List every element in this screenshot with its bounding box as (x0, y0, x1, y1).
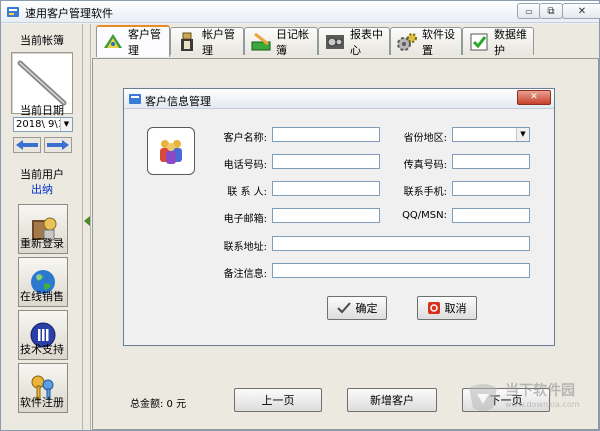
watermark: 当下软件园 www.downxia.com (465, 376, 595, 424)
report-icon (326, 34, 344, 49)
dialog-close-button[interactable]: ✕ (517, 90, 551, 105)
tab-label: 帐户管理 (202, 27, 235, 57)
tab-customer-management[interactable]: 客户管理 (96, 25, 170, 57)
mobile-input[interactable] (452, 181, 530, 196)
province-label: 省份地区: (403, 133, 447, 144)
tab-report-center[interactable]: 报表中心 (318, 27, 390, 57)
ok-label: 确定 (355, 302, 378, 315)
dialog-title: 客户信息管理 (145, 95, 211, 108)
address-label: 联系地址: (223, 242, 267, 253)
dialog-app-icon (129, 94, 141, 104)
app-logo-icon (7, 7, 19, 17)
phone-input[interactable] (272, 154, 380, 169)
email-label: 电子邮箱: (223, 214, 267, 225)
journal-icon (251, 32, 271, 50)
qq-msn-input[interactable] (452, 208, 530, 223)
checkmark-icon (336, 302, 351, 314)
minimize-button[interactable]: ▭ (517, 3, 541, 19)
watermark-text: 当下软件园 (505, 383, 575, 399)
fax-label: 传真号码: (403, 160, 447, 171)
fax-input[interactable] (452, 154, 530, 169)
clients-icon (104, 34, 122, 48)
left-sidebar: 当前帐簿 当前日期 2018\ 9\19 ▼ 当前用户 出纳 重新登录 在线销售… (1, 24, 83, 430)
contact-label: 联 系 人: (227, 187, 267, 198)
watermark-logo-icon (469, 384, 497, 411)
customer-avatar (147, 127, 195, 175)
cancel-icon (427, 302, 440, 314)
minimize-icon: ▭ (525, 6, 533, 16)
prev-date-button[interactable] (13, 137, 41, 153)
customers-group-icon (160, 140, 182, 164)
next-date-button[interactable] (44, 137, 72, 153)
cancel-button[interactable]: 取消 (417, 296, 477, 320)
tab-software-settings[interactable]: 软件设置 (390, 27, 462, 57)
close-button[interactable]: ✕ (562, 3, 600, 19)
prev-page-button[interactable]: 上一页 (234, 388, 322, 412)
close-icon: ✕ (577, 5, 587, 17)
title-bar[interactable]: 速用客户管理软件 ▭ ⧉ ✕ (1, 1, 600, 23)
customer-name-label: 客户名称: (223, 133, 267, 144)
close-icon: ✕ (530, 92, 538, 102)
account-icon (181, 32, 193, 51)
relogin-label: 重新登录 (20, 237, 64, 250)
date-dropdown-icon[interactable]: ▼ (60, 118, 72, 131)
add-customer-button[interactable]: 新增客户 (347, 388, 437, 412)
province-select[interactable]: ▼ (452, 127, 530, 142)
remark-input[interactable] (272, 263, 530, 278)
register-label: 软件注册 (20, 396, 64, 409)
tab-account-management[interactable]: 帐户管理 (170, 27, 244, 57)
cancel-label: 取消 (444, 302, 467, 315)
mobile-label: 联系手机: (403, 187, 447, 198)
sidebar-splitter[interactable] (83, 24, 91, 430)
data-icon (470, 33, 488, 50)
date-picker[interactable]: 2018\ 9\19 ▼ (13, 117, 73, 132)
contact-input[interactable] (272, 181, 380, 196)
total-amount: 总金额: 0 元 (130, 399, 187, 410)
tab-bar: 客户管理 帐户管理 日记帐簿 报表中心 软件设置 数据维护 (92, 24, 599, 58)
restore-icon: ⧉ (547, 5, 555, 17)
watermark-url: www.downxia.com (505, 400, 580, 409)
tab-label: 数据维护 (494, 27, 527, 57)
arrow-right-icon (47, 140, 69, 150)
tab-label: 软件设置 (422, 27, 455, 57)
arrow-left-icon (16, 140, 38, 150)
email-input[interactable] (272, 208, 380, 223)
tab-label: 日记帐簿 (276, 27, 309, 57)
collapse-arrow-icon[interactable] (84, 216, 90, 226)
phone-label: 电话号码: (223, 160, 267, 171)
app-window: 速用客户管理软件 ▭ ⧉ ✕ 当前帐簿 当前日期 2018\ 9\19 ▼ 当前… (0, 0, 600, 431)
ok-button[interactable]: 确定 (327, 296, 387, 320)
customer-name-input[interactable] (272, 127, 380, 142)
restore-button[interactable]: ⧉ (539, 3, 563, 19)
dialog-title-bar[interactable]: 客户信息管理 ✕ (124, 89, 554, 109)
tech-support-label: 技术支持 (20, 343, 64, 356)
prev-page-label: 上一页 (261, 394, 295, 407)
add-customer-label: 新增客户 (370, 394, 414, 407)
tab-data-maintenance[interactable]: 数据维护 (462, 27, 534, 57)
address-input[interactable] (272, 236, 530, 251)
current-date-label: 当前日期 (20, 104, 64, 117)
settings-icon (397, 32, 417, 51)
online-sales-label: 在线销售 (20, 290, 64, 303)
chevron-down-icon[interactable]: ▼ (516, 128, 529, 141)
tab-label: 报表中心 (350, 27, 383, 57)
qq-msn-label: QQ/MSN: (402, 210, 447, 221)
tab-journal[interactable]: 日记帐簿 (244, 27, 318, 57)
remark-label: 备注信息: (223, 269, 267, 280)
current-user-label: 当前用户 (20, 168, 64, 181)
current-user-name: 出纳 (31, 183, 53, 196)
current-book-label: 当前帐簿 (20, 34, 64, 47)
tab-label: 客户管理 (128, 28, 161, 57)
window-title: 速用客户管理软件 (25, 7, 113, 20)
